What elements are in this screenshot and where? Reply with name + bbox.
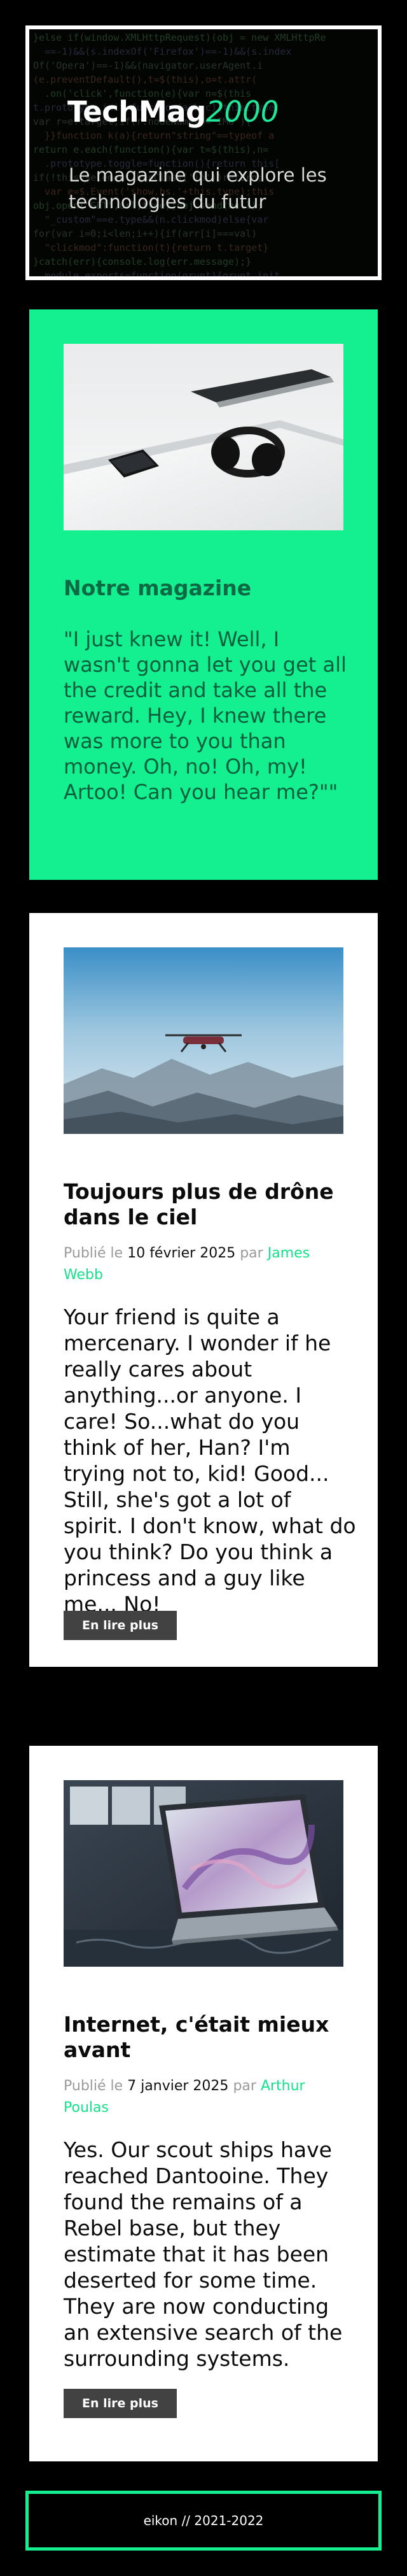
footer-text: eikon // 2021-2022 bbox=[143, 2513, 264, 2528]
logo-year-text: 2000 bbox=[205, 95, 279, 129]
article-date: 10 février 2025 bbox=[127, 1245, 236, 1261]
article-meta: Publié le 7 janvier 2025 par Arthur Poul… bbox=[64, 2078, 305, 2116]
read-more-button[interactable]: En lire plus bbox=[64, 1611, 177, 1640]
site-footer: eikon // 2021-2022 bbox=[25, 2491, 382, 2551]
article-meta: Publié le 10 février 2025 par James Webb bbox=[64, 1245, 310, 1283]
article-image-drone[interactable] bbox=[64, 947, 343, 1134]
article-date: 7 janvier 2025 bbox=[127, 2078, 229, 2094]
read-more-button[interactable]: En lire plus bbox=[64, 2389, 177, 2418]
logo-main-text: TechMag bbox=[67, 95, 206, 129]
article-excerpt: Yes. Our scout ships have reached Dantoo… bbox=[64, 2137, 343, 2371]
article-card: Internet, c'était mieux avant Publié le … bbox=[25, 1742, 382, 2465]
about-quote: "I just knew it! Well, I wasn't gonna le… bbox=[64, 627, 347, 804]
site-tagline: Le magazine qui explore les technologies… bbox=[69, 164, 327, 213]
site-header: }else if(window.XMLHttpRequest)(obj = ne… bbox=[25, 25, 382, 280]
article-image-laptop[interactable] bbox=[64, 1780, 343, 1967]
site-logo[interactable]: TechMag2000 bbox=[67, 96, 279, 129]
article-title[interactable]: Internet, c'était mieux avant bbox=[64, 2012, 356, 2063]
article-card: Toujours plus de drône dans le ciel Publ… bbox=[25, 909, 382, 1671]
about-image bbox=[64, 344, 343, 530]
article-excerpt: Your friend is quite a mercenary. I wond… bbox=[64, 1305, 356, 1617]
about-section: Notre magazine "I just knew it! Well, I … bbox=[25, 306, 382, 884]
about-title: Notre magazine bbox=[64, 576, 252, 600]
article-title[interactable]: Toujours plus de drône dans le ciel bbox=[64, 1179, 356, 1230]
